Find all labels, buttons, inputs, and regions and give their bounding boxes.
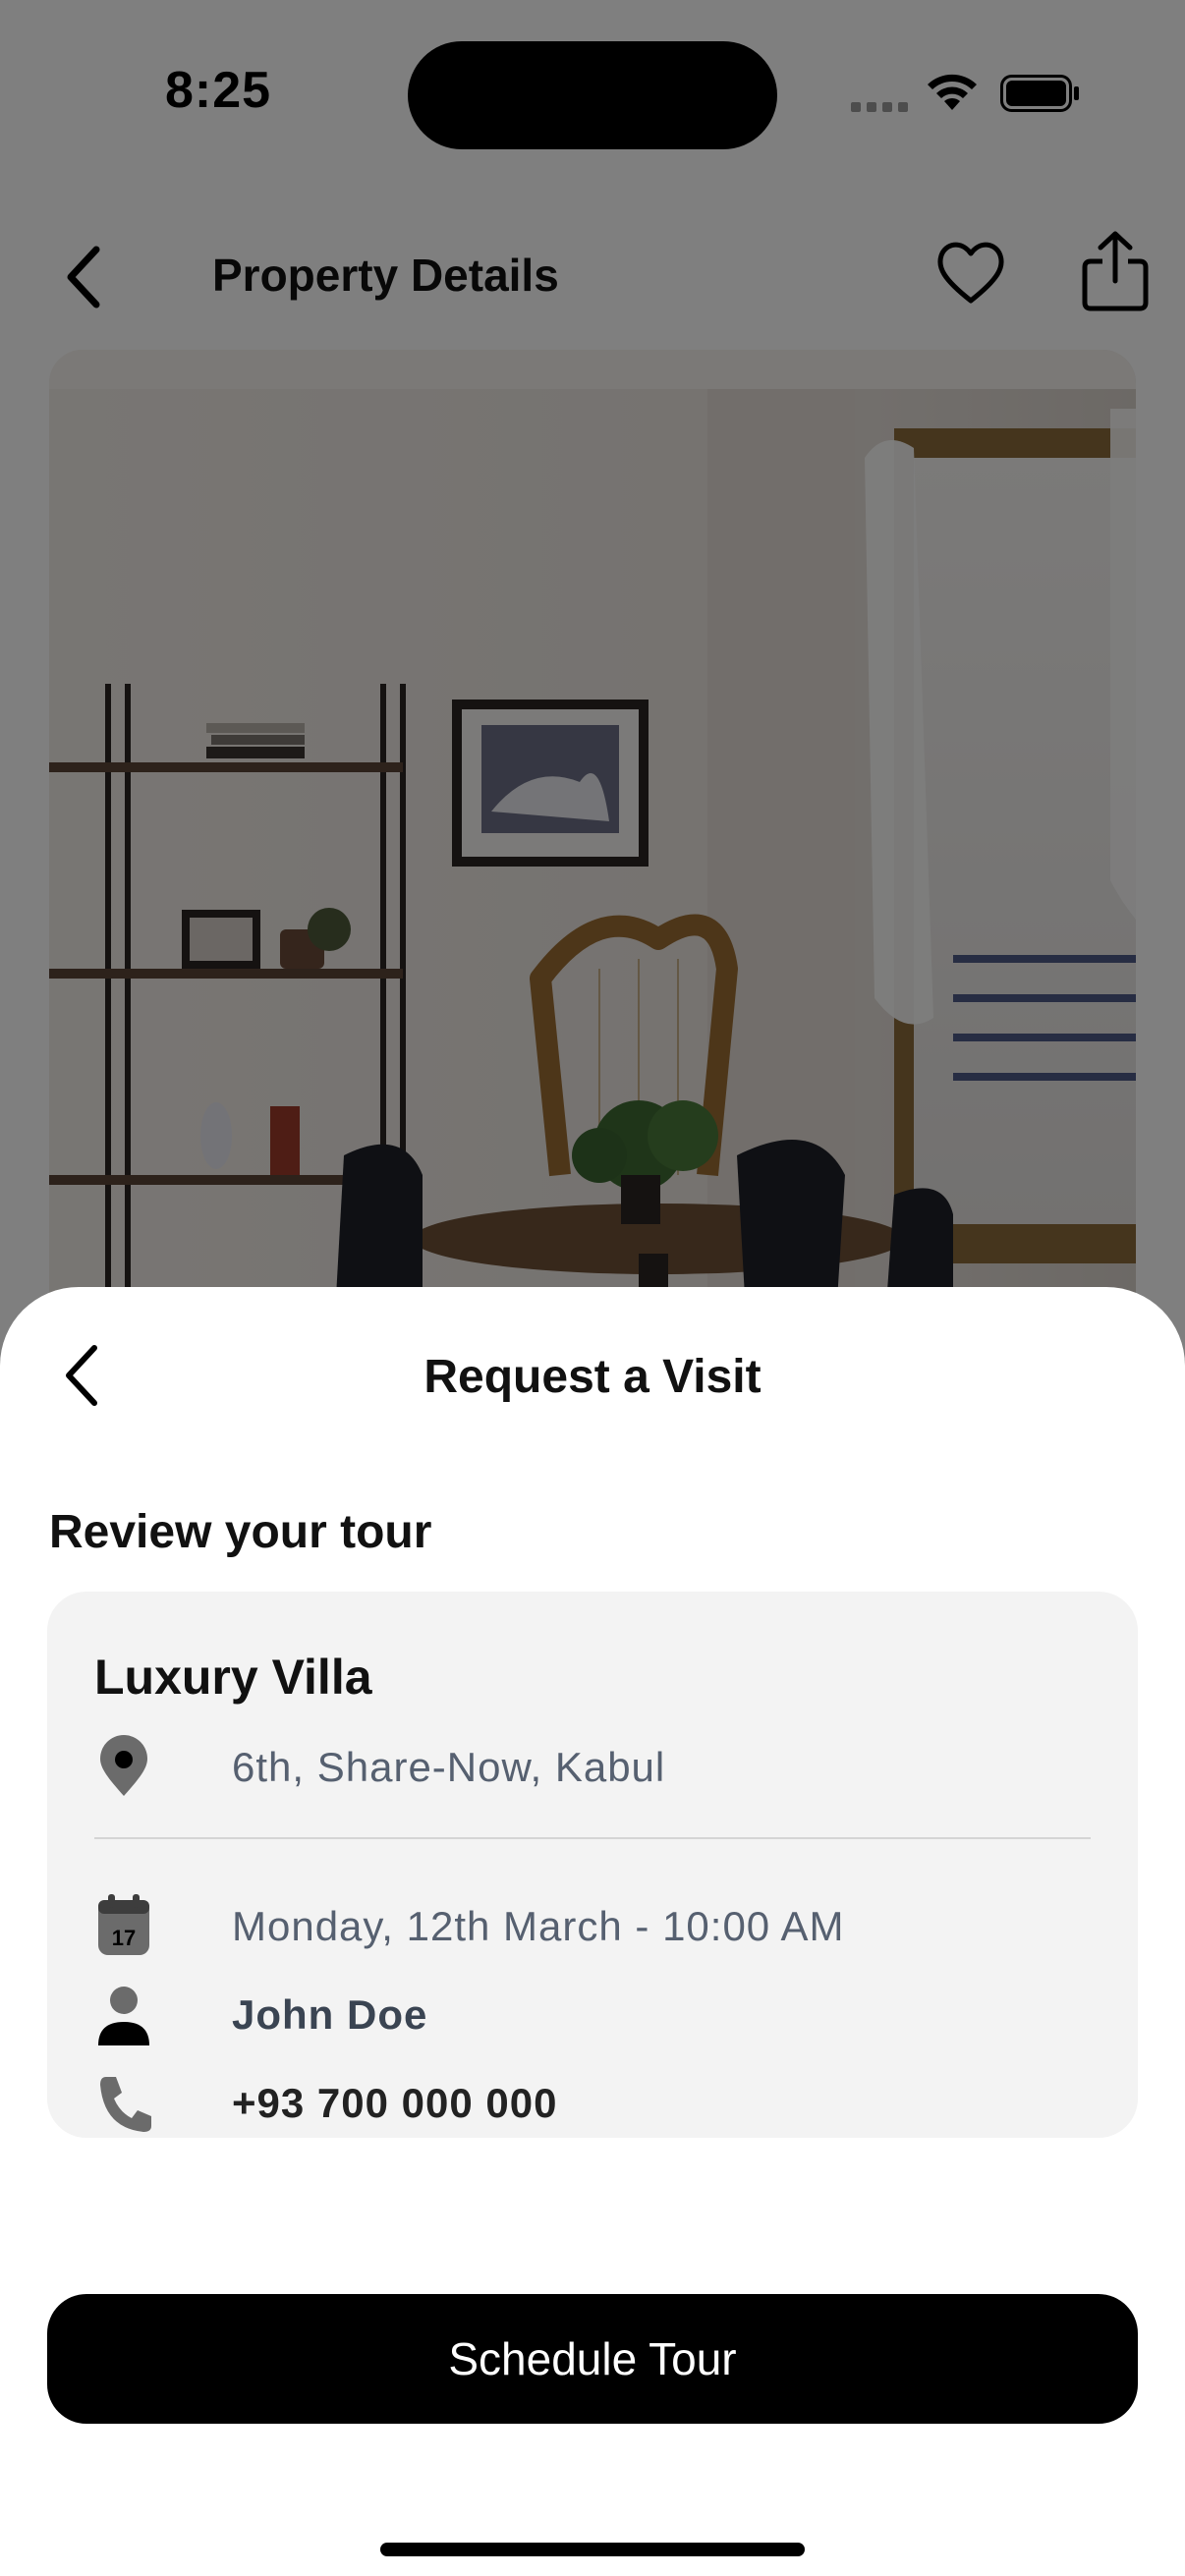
tour-datetime: Monday, 12th March - 10:00 AM xyxy=(232,1903,845,1949)
request-visit-sheet: Request a Visit Review your tour Luxury … xyxy=(0,1287,1185,2576)
section-title: Review your tour xyxy=(49,1506,432,1558)
sheet-title: Request a Visit xyxy=(423,1351,762,1403)
property-address: 6th, Share-Now, Kabul xyxy=(232,1744,666,1790)
location-pin-icon xyxy=(100,1735,147,1796)
schedule-tour-button[interactable]: Schedule Tour xyxy=(47,2294,1138,2424)
home-indicator[interactable] xyxy=(380,2543,805,2556)
calendar-icon: 17 xyxy=(98,1894,149,1955)
contact-name: John Doe xyxy=(232,1991,428,2038)
property-name: Luxury Villa xyxy=(94,1650,372,1705)
person-icon xyxy=(98,1987,149,2045)
screen: 8:25 Property Details xyxy=(0,0,1185,2576)
card-divider xyxy=(94,1837,1091,1839)
contact-phone: +93 700 000 000 xyxy=(232,2080,558,2126)
svg-text:17: 17 xyxy=(112,1926,136,1950)
tour-summary-card: Luxury Villa 6th, Share-Now, Kabul 17 Mo… xyxy=(47,1592,1138,2138)
phone-icon xyxy=(100,2077,151,2132)
